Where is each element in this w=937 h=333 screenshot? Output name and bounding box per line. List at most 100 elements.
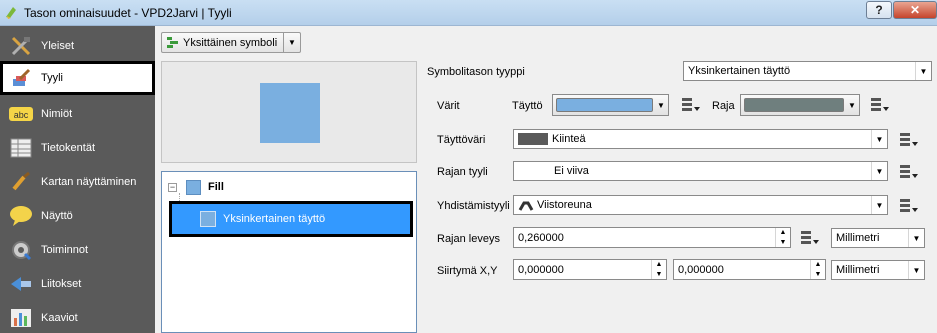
sidebar-item-label: Nimiöt xyxy=(41,108,73,120)
layer-type-value: Yksinkertainen täyttö xyxy=(688,65,791,77)
layer-type-select[interactable]: Yksinkertainen täyttö ▼ xyxy=(683,61,932,81)
title-bar: Tason ominaisuudet - VPD2Jarvi | Tyyli ?… xyxy=(0,0,937,26)
border-width-label: Rajan leveys xyxy=(437,233,500,245)
sidebar-item-liitokset[interactable]: Liitokset xyxy=(0,267,155,301)
chart-icon xyxy=(8,307,34,329)
data-defined-override-button[interactable] xyxy=(798,228,822,248)
fill-color-swatch xyxy=(556,98,653,112)
join-style-value: Viistoreuna xyxy=(537,199,592,211)
sidebar-item-kartan-nayttaminen[interactable]: Kartan näyttäminen xyxy=(0,165,155,199)
sidebar-item-label: Näyttö xyxy=(41,210,73,222)
offset-y-value: 0,000000 xyxy=(678,263,724,276)
symbol-preview xyxy=(161,61,417,163)
symbol-layer-label: Yksinkertainen täyttö xyxy=(223,213,326,225)
layer-type-label: Symbolitason tyyppi xyxy=(427,66,525,78)
sidebar-item-label: Kartan näyttäminen xyxy=(41,176,137,188)
chevron-down-icon: ▼ xyxy=(915,62,931,80)
data-defined-icon xyxy=(871,98,889,111)
fill-style-select[interactable]: Kiinteä ▼ xyxy=(513,129,888,149)
sidebar-item-tyyli[interactable]: Tyyli xyxy=(0,61,155,95)
data-defined-override-button[interactable] xyxy=(679,95,703,115)
spin-up-icon[interactable]: ▲ xyxy=(811,260,825,270)
offset-label: Siirtymä X,Y xyxy=(437,265,498,277)
solid-fill-icon xyxy=(518,133,548,145)
sidebar-item-naytto[interactable]: Näyttö xyxy=(0,199,155,233)
sidebar-item-label: Tietokentät xyxy=(41,142,96,154)
spin-up-icon[interactable]: ▲ xyxy=(652,260,666,270)
sidebar-item-tietokentat[interactable]: Tietokentät xyxy=(0,131,155,165)
chevron-down-icon: ▼ xyxy=(848,100,856,110)
sidebar-item-label: Toiminnot xyxy=(41,244,89,256)
offset-y-spinbox[interactable]: 0,000000 ▲ ▼ xyxy=(673,259,826,280)
offset-unit-select[interactable]: Millimetri ▼ xyxy=(831,260,925,280)
sidebar-item-yleiset[interactable]: Yleiset xyxy=(0,29,155,63)
bevel-join-icon xyxy=(518,201,534,211)
spin-down-icon[interactable]: ▼ xyxy=(776,238,790,248)
collapse-toggle[interactable]: − xyxy=(168,183,177,192)
join-style-label: Yhdistämistyyli xyxy=(437,200,510,212)
border-color-label: Raja xyxy=(712,100,735,112)
data-defined-override-button[interactable] xyxy=(868,95,892,115)
svg-text:abc: abc xyxy=(14,110,29,120)
offset-unit-value: Millimetri xyxy=(836,264,880,276)
help-button[interactable]: ? xyxy=(866,1,892,19)
speech-bubble-icon xyxy=(8,205,34,227)
main-panel: Yksittäinen symboli ▼ − Fill Yksinkertai… xyxy=(155,26,937,333)
spin-arrows[interactable]: ▲ ▼ xyxy=(651,260,666,279)
border-style-select[interactable]: Ei viiva ▼ xyxy=(513,161,888,181)
fill-symbol-swatch xyxy=(186,180,201,195)
sidebar-item-kaaviot[interactable]: Kaaviot xyxy=(0,301,155,333)
sidebar-item-label: Kaaviot xyxy=(41,312,78,324)
tools-icon xyxy=(8,35,34,57)
tree-root-label[interactable]: Fill xyxy=(208,181,224,193)
sidebar-item-label: Yleiset xyxy=(41,40,75,52)
data-defined-override-button[interactable] xyxy=(897,130,921,150)
border-width-value: 0,260000 xyxy=(518,231,564,244)
chevron-down-icon: ▼ xyxy=(908,261,924,279)
border-color-button[interactable]: ▼ xyxy=(740,94,860,116)
renderer-type-button[interactable]: Yksittäinen symboli ▼ xyxy=(161,32,301,53)
table-icon xyxy=(8,137,34,159)
data-defined-icon xyxy=(900,165,918,178)
gear-icon xyxy=(8,239,34,261)
fill-style-label: Täyttöväri xyxy=(437,134,486,146)
sidebar-item-nimiot[interactable]: abc Nimiöt xyxy=(0,97,155,131)
colors-label: Värit xyxy=(437,100,460,112)
fill-color-button[interactable]: ▼ xyxy=(552,94,669,116)
spin-up-icon[interactable]: ▲ xyxy=(776,228,790,238)
preview-swatch xyxy=(260,83,320,143)
fill-style-value: Kiinteä xyxy=(552,133,586,145)
offset-x-value: 0,000000 xyxy=(518,263,564,276)
data-defined-icon xyxy=(682,98,700,111)
border-style-label: Rajan tyyli xyxy=(437,166,488,178)
chevron-down-icon: ▼ xyxy=(908,229,924,247)
data-defined-icon xyxy=(900,199,918,212)
sidebar: Yleiset Tyyli abc Nimiöt Tietokentät Kar… xyxy=(0,26,155,333)
close-button[interactable]: ✕ xyxy=(893,1,937,19)
border-style-value: Ei viiva xyxy=(554,165,589,177)
spin-arrows[interactable]: ▲ ▼ xyxy=(810,260,825,279)
chevron-down-icon: ▼ xyxy=(871,130,887,148)
border-width-unit-select[interactable]: Millimetri ▼ xyxy=(831,228,925,248)
window-title: Tason ominaisuudet - VPD2Jarvi | Tyyli xyxy=(24,6,232,20)
layer-swatch xyxy=(200,211,216,227)
data-defined-icon xyxy=(900,133,918,146)
sidebar-item-toiminnot[interactable]: Toiminnot xyxy=(0,233,155,267)
border-width-spinbox[interactable]: 0,260000 ▲ ▼ xyxy=(513,227,791,248)
chevron-down-icon[interactable]: ▼ xyxy=(283,33,300,52)
join-icon xyxy=(8,273,34,295)
sidebar-item-label: Tyyli xyxy=(41,72,63,84)
offset-x-spinbox[interactable]: 0,000000 ▲ ▼ xyxy=(513,259,667,280)
fill-color-label: Täyttö xyxy=(512,100,543,112)
symbol-layer-tree: − Fill Yksinkertainen täyttö xyxy=(161,171,417,333)
data-defined-override-button[interactable] xyxy=(897,196,921,216)
spin-arrows[interactable]: ▲ ▼ xyxy=(775,228,790,247)
data-defined-override-button[interactable] xyxy=(897,162,921,182)
spin-down-icon[interactable]: ▼ xyxy=(811,270,825,280)
border-color-swatch xyxy=(744,98,844,112)
join-style-select[interactable]: Viistoreuna ▼ xyxy=(513,195,888,215)
chevron-down-icon: ▼ xyxy=(871,162,887,180)
single-symbol-icon xyxy=(167,36,178,48)
symbol-layer-row[interactable]: Yksinkertainen täyttö xyxy=(169,201,413,237)
spin-down-icon[interactable]: ▼ xyxy=(652,270,666,280)
